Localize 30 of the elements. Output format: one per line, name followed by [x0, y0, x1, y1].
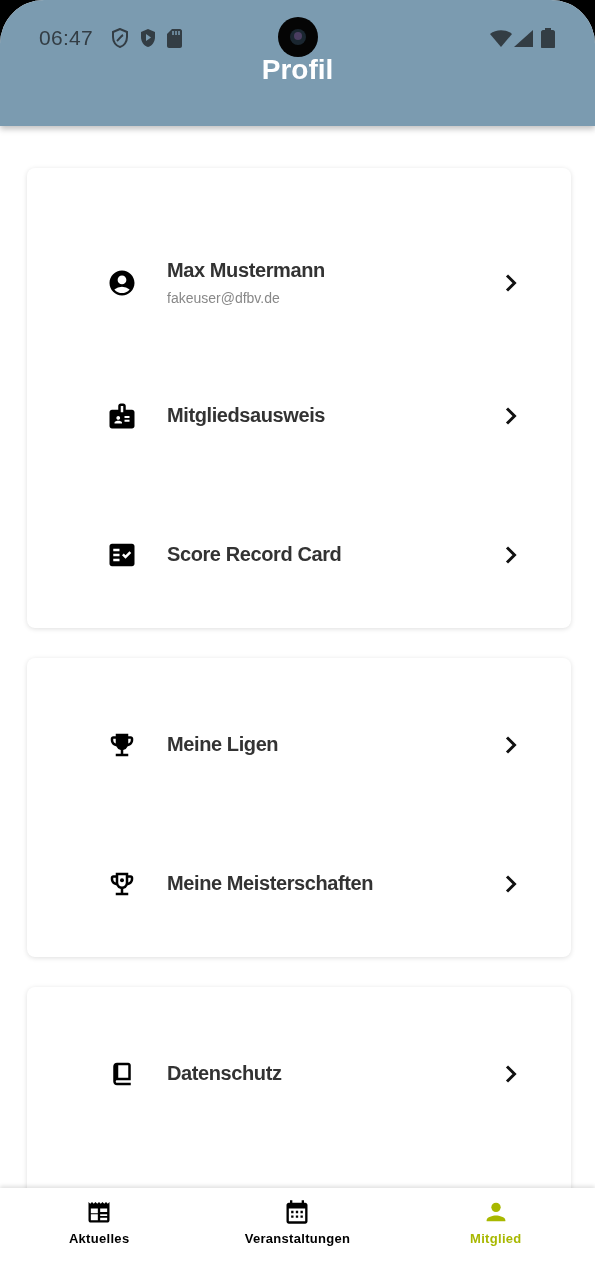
menu-item[interactable]: Meine Meisterschaften	[27, 814, 571, 953]
menu-item[interactable]: Datenschutz	[27, 1004, 571, 1143]
shield-play-icon	[139, 28, 158, 48]
menu-item[interactable]: Score Record Card	[27, 485, 571, 624]
item-title: Max Mustermann	[167, 259, 325, 282]
chevron-right-icon	[505, 406, 517, 425]
nav-tab[interactable]: Aktuelles	[0, 1188, 199, 1269]
camera-icon	[278, 17, 318, 57]
status-time: 06:47	[39, 26, 94, 50]
page-title: Profil	[261, 56, 334, 84]
signal-icon	[514, 29, 533, 47]
wifi-icon	[490, 29, 512, 47]
battery-icon	[541, 28, 555, 48]
item-title: Meine Meisterschaften	[167, 872, 374, 895]
item-title: Mitgliedsausweis	[167, 404, 326, 427]
item-subtitle: fakeuser@dfbv.de	[167, 290, 280, 306]
menu-item[interactable]: Meine Ligen	[27, 675, 571, 814]
nav-tab[interactable]: Veranstaltungen	[198, 1188, 397, 1269]
chevron-right-icon	[505, 273, 517, 292]
item-title: Score Record Card	[167, 543, 342, 566]
menu-item[interactable]: Mitgliedsausweis	[27, 346, 571, 485]
chevron-right-icon	[505, 874, 517, 893]
item-title: Meine Ligen	[167, 733, 279, 756]
chevron-right-icon	[505, 735, 517, 754]
chevron-right-icon	[505, 545, 517, 564]
sd-card-icon	[167, 28, 183, 48]
chevron-right-icon	[505, 1064, 517, 1083]
item-title: Datenschutz	[167, 1062, 282, 1085]
menu-item[interactable]: Max Mustermann fakeuser@dfbv.de	[27, 207, 571, 346]
shield-icon	[111, 28, 130, 48]
